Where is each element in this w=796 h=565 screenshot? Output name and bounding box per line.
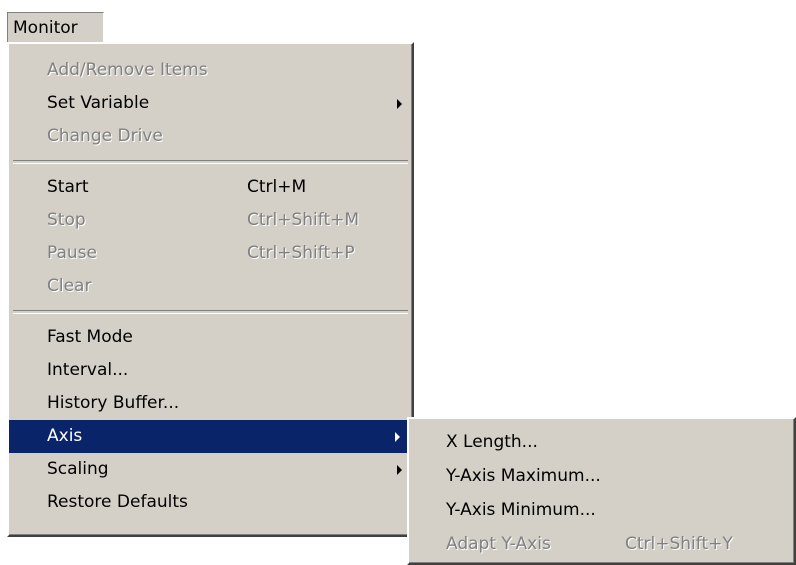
submenu-item-y-axis-maximum[interactable]: Y-Axis Maximum... — [409, 459, 794, 493]
menu-item-clear: Clear — [9, 270, 412, 303]
menu-item-stop: Stop Ctrl+Shift+M — [9, 204, 412, 237]
axis-submenu: X Length... Y-Axis Maximum... Y-Axis Min… — [407, 417, 796, 565]
monitor-menu: Add/Remove Items Set Variable Change Dri… — [7, 42, 414, 537]
menu-separator — [13, 310, 408, 314]
menu-item-shortcut: Ctrl+M — [247, 177, 307, 197]
menu-item-label: Fast Mode — [47, 327, 133, 347]
menu-item-label: Scaling — [47, 459, 109, 479]
submenu-item-x-length[interactable]: X Length... — [409, 425, 794, 459]
menu-item-label: Adapt Y-Axis — [446, 534, 551, 554]
menu-item-pause: Pause Ctrl+Shift+P — [9, 237, 412, 270]
menu-item-label: X Length... — [446, 432, 538, 452]
menu-item-fast-mode[interactable]: Fast Mode — [9, 321, 412, 354]
submenu-item-y-axis-minimum[interactable]: Y-Axis Minimum... — [409, 493, 794, 527]
menu-item-label: Change Drive — [47, 126, 163, 146]
menu-item-axis[interactable]: Axis — [9, 420, 410, 453]
menu-item-label: Axis — [47, 426, 83, 446]
menu-item-label: Pause — [47, 243, 97, 263]
menu-item-add-remove-items: Add/Remove Items — [9, 54, 412, 87]
menu-item-label: Stop — [47, 210, 86, 230]
submenu-arrow-icon — [397, 98, 402, 109]
menu-item-restore-defaults[interactable]: Restore Defaults — [9, 486, 412, 519]
menu-item-label: Y-Axis Minimum... — [446, 500, 596, 520]
menu-item-label: Restore Defaults — [47, 492, 188, 512]
menu-item-label: Interval... — [47, 360, 129, 380]
menu-item-shortcut: Ctrl+Shift+P — [247, 243, 355, 263]
menu-item-set-variable[interactable]: Set Variable — [9, 87, 412, 120]
menu-item-history-buffer[interactable]: History Buffer... — [9, 387, 412, 420]
screen: Monitor Add/Remove Items Set Variable Ch… — [0, 0, 796, 565]
menu-separator — [13, 160, 408, 164]
menu-item-label: Y-Axis Maximum... — [446, 466, 601, 486]
menu-item-shortcut: Ctrl+Shift+M — [247, 210, 360, 230]
submenu-arrow-icon — [397, 464, 402, 475]
menu-item-start[interactable]: Start Ctrl+M — [9, 171, 412, 204]
menu-item-label: Clear — [47, 276, 92, 296]
menu-item-label: Start — [47, 177, 89, 197]
menu-title-monitor[interactable]: Monitor — [7, 12, 104, 43]
menu-item-label: Set Variable — [47, 93, 150, 113]
menu-item-shortcut: Ctrl+Shift+Y — [625, 534, 733, 554]
menu-item-label: Add/Remove Items — [47, 60, 208, 80]
menu-item-interval[interactable]: Interval... — [9, 354, 412, 387]
menu-item-label: History Buffer... — [47, 393, 180, 413]
submenu-arrow-icon — [395, 431, 400, 442]
menu-item-change-drive: Change Drive — [9, 120, 412, 153]
menu-item-scaling[interactable]: Scaling — [9, 453, 412, 486]
submenu-item-adapt-y-axis: Adapt Y-Axis Ctrl+Shift+Y — [409, 527, 794, 561]
